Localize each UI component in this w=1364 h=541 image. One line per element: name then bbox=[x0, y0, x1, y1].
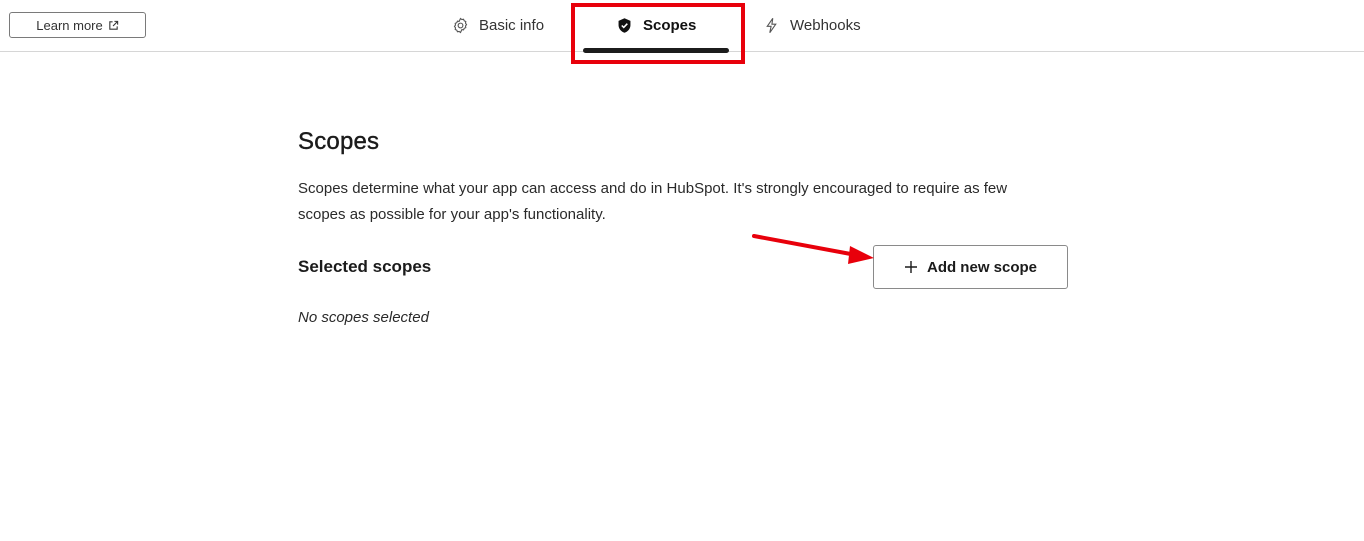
learn-more-label: Learn more bbox=[36, 17, 103, 33]
selected-scopes-heading: Selected scopes bbox=[298, 257, 432, 276]
annotation-highlight-box bbox=[571, 3, 745, 64]
page-title: Scopes bbox=[298, 128, 380, 155]
gear-icon bbox=[453, 17, 468, 34]
no-scopes-message: No scopes selected bbox=[298, 309, 429, 326]
tab-basic-info-label: Basic info bbox=[479, 17, 545, 34]
add-new-scope-button[interactable]: Add new scope bbox=[873, 245, 1068, 289]
add-new-scope-label: Add new scope bbox=[926, 258, 1038, 276]
tab-basic-info[interactable]: Basic info bbox=[452, 0, 544, 51]
lightning-icon bbox=[766, 17, 777, 34]
tab-webhooks-label: Webhooks bbox=[790, 17, 861, 34]
plus-icon bbox=[904, 261, 917, 273]
external-link-icon bbox=[109, 20, 118, 30]
tab-webhooks[interactable]: Webhooks bbox=[763, 0, 861, 51]
scopes-settings-page: Learn more Basic info Scopes Webhooks Sc… bbox=[0, 0, 1364, 541]
annotation-arrow-icon bbox=[752, 234, 874, 264]
scopes-description: Scopes determine what your app can acces… bbox=[298, 180, 1008, 223]
learn-more-button[interactable]: Learn more bbox=[9, 12, 146, 38]
main-content: Scopes Scopes determine what your app ca… bbox=[298, 128, 1068, 228]
